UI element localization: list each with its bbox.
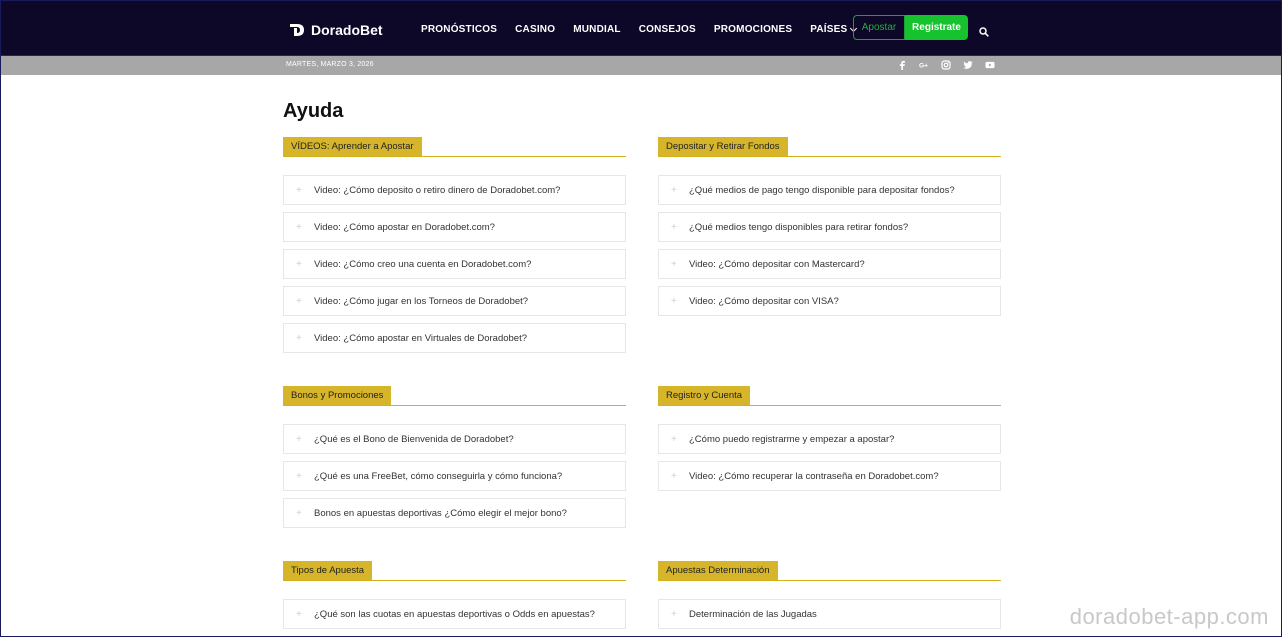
faq-item-label: Bonos en apuestas deportivas ¿Cómo elegi…: [314, 507, 567, 519]
section-tipos: Tipos de Apuesta + ¿Qué son las cuotas en…: [283, 561, 626, 636]
doradobet-logo-icon: [288, 21, 306, 39]
page-title: Ayuda: [283, 100, 344, 122]
plus-icon: +: [296, 433, 302, 445]
plus-icon: +: [671, 608, 677, 620]
faq-item[interactable]: + ¿Qué es el Bono de Bienvenida de Dorado…: [283, 424, 626, 454]
nav-casino[interactable]: CASINO: [515, 24, 555, 35]
faq-item[interactable]: + Video: ¿Cómo depositar con Mastercard?: [658, 249, 1001, 279]
section-header: Registro y Cuenta: [658, 386, 1001, 406]
faq-item[interactable]: + Video: ¿Cómo apostar en Doradobet.com?: [283, 212, 626, 242]
faq-item[interactable]: + Determinación de las Jugadas: [658, 599, 1001, 629]
plus-icon: +: [671, 258, 677, 270]
social-links: G+: [897, 60, 995, 70]
twitter-icon[interactable]: [963, 60, 973, 70]
apostar-button[interactable]: Apostar: [853, 15, 905, 40]
nav-paises-label: PAÍSES: [810, 24, 848, 35]
faq-item[interactable]: + ¿Qué medios de pago tengo disponible pa…: [658, 175, 1001, 205]
section-title: Tipos de Apuesta: [283, 561, 373, 580]
plus-icon: +: [671, 433, 677, 445]
plus-icon: +: [671, 184, 677, 196]
faq-item[interactable]: + ¿Qué son las cuotas en apuestas deporti…: [283, 599, 626, 629]
youtube-icon[interactable]: [985, 60, 995, 70]
faq-item-label: Video: ¿Cómo creo una cuenta en Doradobe…: [314, 258, 532, 270]
faq-item-label: Video: ¿Cómo deposito o retiro dinero de…: [314, 184, 561, 196]
nav-pronosticos[interactable]: PRONÓSTICOS: [421, 24, 497, 35]
svg-text:G+: G+: [919, 63, 928, 70]
section-header: Depositar y Retirar Fondos: [658, 137, 1001, 157]
section-header: Apuestas Determinación: [658, 561, 1001, 581]
faq-item-label: Video: ¿Cómo apostar en Virtuales de Dor…: [314, 332, 528, 344]
section-header: VÍDEOS: Aprender a Apostar: [283, 137, 626, 157]
faq-item[interactable]: + Video: ¿Cómo apostar en Virtuales de Do…: [283, 323, 626, 353]
section-header: Tipos de Apuesta: [283, 561, 626, 581]
faq-item-label: ¿Qué es una FreeBet, cómo conseguirla y …: [314, 470, 563, 482]
logo-text: DoradoBet: [311, 22, 383, 38]
faq-item[interactable]: + Video: ¿Cómo recuperar la contraseña en…: [658, 461, 1001, 491]
faq-item-label: Video: ¿Cómo recuperar la contraseña en …: [689, 470, 939, 482]
plus-icon: +: [671, 295, 677, 307]
section-title: Bonos y Promociones: [283, 386, 392, 405]
date-bar: MARTES, MARZO 3, 2026 G+: [1, 56, 1281, 75]
plus-icon: +: [671, 470, 677, 482]
nav-promociones[interactable]: PROMOCIONES: [714, 24, 792, 35]
section-videos: VÍDEOS: Aprender a Apostar + Video: ¿Cómo…: [283, 137, 626, 360]
section-title: Apuestas Determinación: [658, 561, 778, 580]
plus-icon: +: [296, 295, 302, 307]
faq-item-label: Video: ¿Cómo jugar en los Torneos de Dor…: [314, 295, 529, 307]
faq-item[interactable]: + ¿Qué medios tengo disponibles para reti…: [658, 212, 1001, 242]
search-icon[interactable]: [979, 24, 989, 37]
section-determinacion: Apuestas Determinación + Determinación de…: [658, 561, 1001, 636]
section-registro: Registro y Cuenta + ¿Cómo puedo registrar…: [658, 386, 1001, 498]
section-depositar: Depositar y Retirar Fondos + ¿Qué medios …: [658, 137, 1001, 323]
nav-consejos[interactable]: CONSEJOS: [639, 24, 696, 35]
faq-item-label: Video: ¿Cómo apostar en Doradobet.com?: [314, 221, 495, 233]
plus-icon: +: [296, 184, 302, 196]
faq-item[interactable]: + Video: ¿Cómo depositar con VISA?: [658, 286, 1001, 316]
faq-item-label: Video: ¿Cómo depositar con Mastercard?: [689, 258, 865, 270]
watermark: doradobet-app.com: [1069, 604, 1269, 629]
top-navbar: DoradoBet PRONÓSTICOS CASINO MUNDIAL CON…: [1, 1, 1281, 56]
current-date: MARTES, MARZO 3, 2026: [286, 61, 374, 68]
faq-item-label: ¿Qué son las cuotas en apuestas deportiv…: [314, 608, 595, 620]
faq-item-label: ¿Qué medios tengo disponibles para retir…: [689, 221, 909, 233]
section-header: Bonos y Promociones: [283, 386, 626, 406]
section-title: Depositar y Retirar Fondos: [658, 137, 788, 156]
section-title: VÍDEOS: Aprender a Apostar: [283, 137, 422, 156]
faq-item-label: ¿Cómo puedo registrarme y empezar a apos…: [689, 433, 895, 445]
faq-item[interactable]: + Video: ¿Cómo deposito o retiro dinero d…: [283, 175, 626, 205]
plus-icon: +: [296, 332, 302, 344]
registrate-button[interactable]: Registrate: [905, 15, 968, 40]
plus-icon: +: [296, 608, 302, 620]
faq-item[interactable]: + Bonos en apuestas deportivas ¿Cómo eleg…: [283, 498, 626, 528]
faq-item[interactable]: + Video: ¿Cómo creo una cuenta en Doradob…: [283, 249, 626, 279]
faq-item-label: Determinación de las Jugadas: [689, 608, 817, 620]
section-bonos: Bonos y Promociones + ¿Qué es el Bono de …: [283, 386, 626, 535]
section-title: Registro y Cuenta: [658, 386, 751, 405]
google-plus-icon[interactable]: G+: [919, 60, 929, 70]
plus-icon: +: [671, 221, 677, 233]
nav-mundial[interactable]: MUNDIAL: [573, 24, 621, 35]
faq-item[interactable]: + ¿Cómo puedo registrarme y empezar a apo…: [658, 424, 1001, 454]
faq-item[interactable]: + Video: ¿Cómo jugar en los Torneos de Do…: [283, 286, 626, 316]
plus-icon: +: [296, 507, 302, 519]
faq-item-label: ¿Qué medios de pago tengo disponible par…: [689, 184, 955, 196]
nav-paises[interactable]: PAÍSES: [810, 24, 858, 35]
plus-icon: +: [296, 258, 302, 270]
main-nav: PRONÓSTICOS CASINO MUNDIAL CONSEJOS PROM…: [421, 24, 858, 35]
faq-item-label: Video: ¿Cómo depositar con VISA?: [689, 295, 839, 307]
faq-item-label: ¿Qué es el Bono de Bienvenida de Doradob…: [314, 433, 514, 445]
plus-icon: +: [296, 221, 302, 233]
plus-icon: +: [296, 470, 302, 482]
faq-item[interactable]: + ¿Qué es una FreeBet, cómo conseguirla y…: [283, 461, 626, 491]
facebook-icon[interactable]: [897, 60, 907, 70]
instagram-icon[interactable]: [941, 60, 951, 70]
logo[interactable]: DoradoBet: [288, 20, 383, 40]
